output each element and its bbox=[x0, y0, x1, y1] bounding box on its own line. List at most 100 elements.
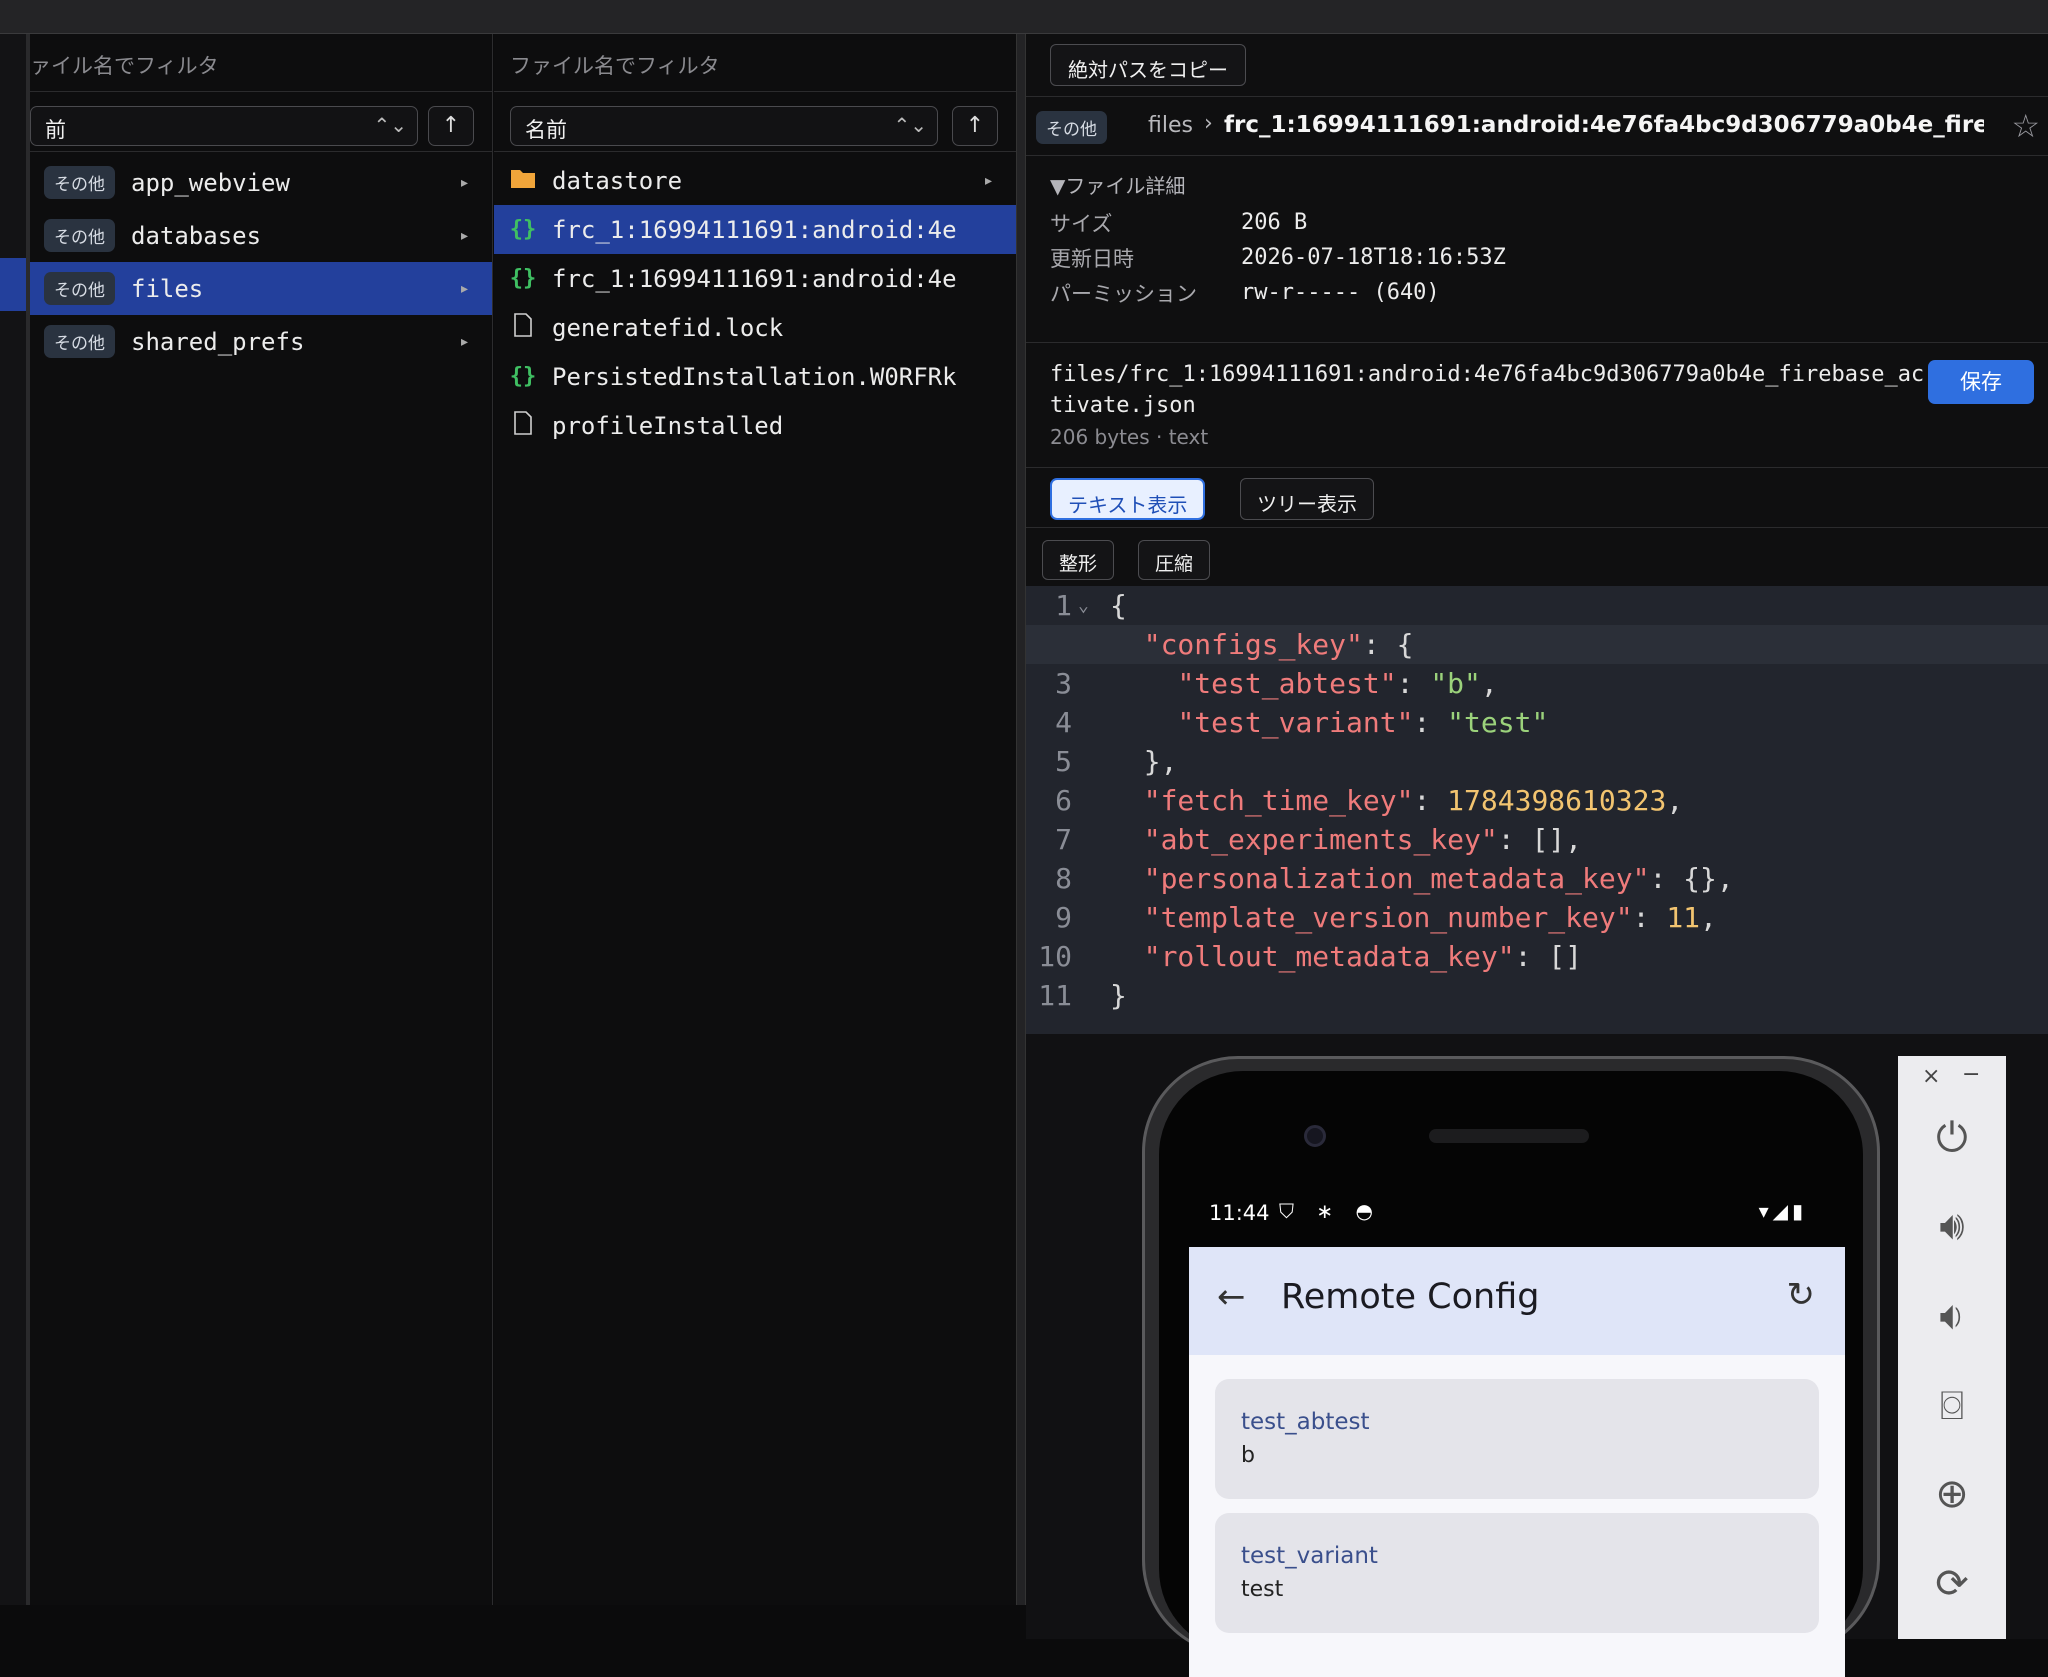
json-punct: : [] bbox=[1515, 940, 1582, 973]
tab-tree-view[interactable]: ツリー表示 bbox=[1240, 478, 1374, 520]
file-details: ▼ファイル詳細 サイズ 206 B 更新日時 2026-07-18T18:16:… bbox=[1050, 156, 2040, 310]
json-number: 11 bbox=[1666, 901, 1700, 934]
expand-arrow-icon: ▸ bbox=[461, 334, 468, 350]
tab-text-view[interactable]: テキスト表示 bbox=[1050, 478, 1205, 520]
back-arrow-icon[interactable]: ← bbox=[1217, 1277, 1246, 1317]
file-name: profileInstalled bbox=[552, 412, 972, 440]
refresh-icon[interactable]: ↻ bbox=[1787, 1275, 1816, 1315]
breadcrumb-dir[interactable]: files bbox=[1148, 113, 1193, 138]
json-key: "personalization_metadata_key" bbox=[1144, 862, 1650, 895]
code-editor[interactable]: 1⌄2⌄34567891011 { "configs_key": { "test… bbox=[1026, 586, 2048, 1034]
json-key: "template_version_number_key" bbox=[1144, 901, 1633, 934]
category-badge: その他 bbox=[44, 219, 115, 252]
file-icon bbox=[494, 313, 552, 343]
breadcrumb-separator-icon: › bbox=[1204, 111, 1213, 136]
sort-select-value: 前 bbox=[45, 118, 66, 142]
phone-screen: ← Remote Config ↻ test_abtest b test_var… bbox=[1189, 1247, 1845, 1677]
minify-button[interactable]: 圧縮 bbox=[1138, 540, 1210, 580]
code-line: "template_version_number_key": 11, bbox=[1026, 898, 2048, 937]
config-key: test_variant bbox=[1241, 1543, 1378, 1569]
code-line: "rollout_metadata_key": [] bbox=[1026, 937, 2048, 976]
json-key: "test_variant" bbox=[1177, 706, 1413, 739]
file-item[interactable]: generatefid.lock bbox=[494, 303, 1016, 352]
save-button[interactable]: 保存 bbox=[1928, 360, 2034, 404]
detail-label: 更新日時 bbox=[1050, 243, 1241, 273]
json-punct: : bbox=[1413, 706, 1447, 739]
filter-input[interactable]: ファイル名でフィルタ bbox=[494, 34, 1016, 92]
directory-column: ァイル名でフィルタ 前 ⌃⌄ ↑ その他app_webview▸その他datab… bbox=[30, 34, 493, 1605]
file-meta: 206 bytes · text bbox=[1050, 425, 1208, 449]
sort-select[interactable]: 名前 ⌃⌄ bbox=[510, 106, 938, 146]
directory-item[interactable]: その他 databases ▸ bbox=[30, 209, 492, 262]
file-details-toggle[interactable]: ▼ファイル詳細 bbox=[1050, 170, 2040, 199]
code-line: "abt_experiments_key": [], bbox=[1026, 820, 2048, 859]
code-line: "fetch_time_key": 1784398610323, bbox=[1026, 781, 2048, 820]
android-emulator: 11:44 ⛉ ∗ ◓ ▾◢▮ ← Remote Config ↻ test_a… bbox=[1142, 1056, 1880, 1656]
config-card[interactable]: test_variant test bbox=[1215, 1513, 1819, 1633]
json-punct: , bbox=[1666, 784, 1683, 817]
detail-row-permission: パーミッション rw-r----- (640) bbox=[1050, 275, 2040, 310]
file-item[interactable]: {}PersistedInstallation.W0RFRk bbox=[494, 352, 1016, 401]
code-text: } bbox=[1110, 976, 1127, 1015]
sort-direction-button[interactable]: ↑ bbox=[428, 106, 474, 146]
camera-screenshot-icon[interactable]: ⌼ bbox=[1924, 1378, 1980, 1434]
category-badge: その他 bbox=[44, 272, 115, 305]
format-button[interactable]: 整形 bbox=[1042, 540, 1114, 580]
view-tabs: テキスト表示 ツリー表示 bbox=[1026, 468, 2048, 528]
file-item[interactable]: {}frc_1:16994111691:android:4e bbox=[494, 254, 1016, 303]
json-punct: : bbox=[1397, 667, 1431, 700]
breadcrumb: その他 files › frc_1:16994111691:android:4e… bbox=[1026, 96, 2048, 156]
minimize-icon[interactable]: − bbox=[1962, 1062, 1980, 1087]
directory-item[interactable]: その他files▸ bbox=[30, 262, 492, 315]
code-line: "test_variant": "test" bbox=[1026, 703, 2048, 742]
app-bar: ← Remote Config ↻ bbox=[1189, 1247, 1845, 1355]
file-item[interactable]: profileInstalled bbox=[494, 401, 1016, 450]
code-text: "configs_key": { bbox=[1110, 625, 1413, 664]
phone-status-bar: 11:44 ⛉ ∗ ◓ ▾◢▮ bbox=[1199, 1199, 1827, 1231]
star-icon[interactable]: ☆ bbox=[2011, 107, 2040, 145]
file-name: generatefid.lock bbox=[552, 314, 972, 342]
directory-item[interactable]: その他app_webview▸ bbox=[30, 156, 492, 209]
config-key: test_abtest bbox=[1241, 1409, 1370, 1435]
directory-name: app_webview bbox=[131, 169, 290, 197]
detail-value: rw-r----- (640) bbox=[1241, 280, 1440, 305]
expand-arrow-icon: ▸ bbox=[461, 228, 468, 244]
sort-direction-button[interactable]: ↑ bbox=[952, 106, 998, 146]
detail-label: パーミッション bbox=[1050, 278, 1241, 308]
sort-row: 前 ⌃⌄ ↑ bbox=[30, 92, 492, 152]
config-card[interactable]: test_abtest b bbox=[1215, 1379, 1819, 1499]
sort-select[interactable]: 前 ⌃⌄ bbox=[30, 106, 418, 146]
file-item[interactable]: {}frc_1:16994111691:android:4e bbox=[494, 205, 1016, 254]
close-icon[interactable]: × bbox=[1922, 1064, 1940, 1089]
file-name: PersistedInstallation.W0RFRk bbox=[552, 363, 972, 391]
volume-up-icon[interactable]: 🔊︎ bbox=[1924, 1198, 1980, 1254]
file-column: ファイル名でフィルタ 名前 ⌃⌄ ↑ datastore▸{}frc_1:169… bbox=[494, 34, 1016, 1605]
file-name: datastore bbox=[552, 167, 972, 195]
json-key: "fetch_time_key" bbox=[1144, 784, 1414, 817]
json-punct: : [], bbox=[1498, 823, 1582, 856]
detail-label: サイズ bbox=[1050, 208, 1241, 238]
code-text: "personalization_metadata_key": {}, bbox=[1110, 859, 1734, 898]
window-topbar bbox=[0, 0, 2048, 34]
json-number: 1784398610323 bbox=[1447, 784, 1666, 817]
phone-bezel: 11:44 ⛉ ∗ ◓ ▾◢▮ ← Remote Config ↻ test_a… bbox=[1159, 1071, 1863, 1653]
sort-select-value: 名前 bbox=[525, 118, 567, 142]
directory-name: files bbox=[131, 275, 203, 303]
category-badge: その他 bbox=[1036, 111, 1107, 144]
power-icon[interactable]: ⏻ bbox=[1924, 1110, 1980, 1166]
json-key: "abt_experiments_key" bbox=[1144, 823, 1498, 856]
sort-row: 名前 ⌃⌄ ↑ bbox=[494, 92, 1016, 152]
volume-down-icon[interactable]: 🔉︎ bbox=[1924, 1288, 1980, 1344]
zoom-in-icon[interactable]: ⊕ bbox=[1924, 1466, 1980, 1522]
json-string: "test" bbox=[1447, 706, 1548, 739]
updown-chevron-icon: ⌃⌄ bbox=[373, 113, 407, 137]
directory-item[interactable]: その他shared_prefs▸ bbox=[30, 315, 492, 368]
filter-input[interactable]: ァイル名でフィルタ bbox=[30, 34, 492, 92]
collapsed-column bbox=[0, 34, 30, 1605]
rotate-icon[interactable]: ⟳ bbox=[1924, 1556, 1980, 1612]
directory-name: databases bbox=[131, 222, 261, 250]
file-item[interactable]: datastore▸ bbox=[494, 156, 1016, 205]
panel-resize-handle[interactable] bbox=[1016, 34, 1026, 1605]
copy-absolute-path-button[interactable]: 絶対パスをコピー bbox=[1050, 44, 1246, 86]
category-badge: その他 bbox=[44, 325, 115, 358]
